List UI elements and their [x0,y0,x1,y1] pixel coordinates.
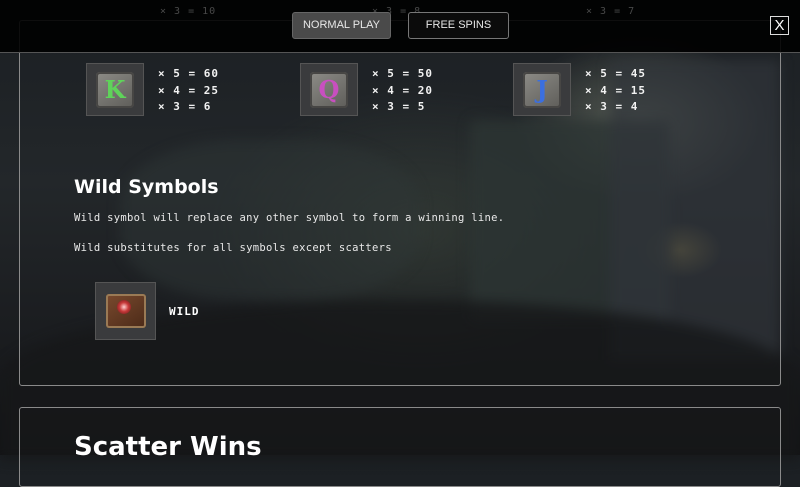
top-bar: × 3 = 10 × 3 = 8 × 3 = 7 NORMAL PLAY FRE… [0,0,800,53]
scatter-heading: Scatter Wins [74,432,262,462]
wild-heading: Wild Symbols [74,176,219,198]
symbol-frame: Q [300,63,358,116]
payout-4: × 4 = 25 [158,83,219,97]
q-symbol-icon: Q [310,71,348,108]
symbol-letter: J [536,75,548,104]
spellbook-icon [105,294,146,328]
payout-list: × 5 = 60 × 4 = 25 × 3 = 6 [158,66,219,116]
symbol-letter: K [104,75,126,104]
payout-3: × 3 = 5 [372,100,426,113]
payout-4: × 4 = 20 [372,83,433,97]
payout-4: × 4 = 15 [585,83,646,97]
ghost-paytable-text: × 3 = 10 [160,6,217,17]
symbol-frame: K [86,63,144,116]
wild-symbol-frame [95,282,156,340]
wild-substitution-note: Wild substitutes for all symbols except … [74,242,392,254]
payout-5: × 5 = 60 [158,67,219,80]
wild-description: Wild symbol will replace any other symbo… [74,212,505,224]
ghost-paytable-text: × 3 = 7 [586,6,636,17]
payout-list: × 5 = 50 × 4 = 20 × 3 = 5 [372,66,433,116]
payout-3: × 3 = 6 [158,100,212,113]
tab-free-spins[interactable]: FREE SPINS [408,12,509,39]
payout-list: × 5 = 45 × 4 = 15 × 3 = 4 [585,66,646,116]
k-symbol-icon: K [96,71,134,108]
payout-3: × 3 = 4 [585,100,639,113]
j-symbol-icon: J [523,71,561,108]
symbol-frame: J [513,63,571,116]
wild-label: WILD [169,305,200,318]
symbol-letter: Q [318,75,340,104]
close-button[interactable]: X [770,16,789,35]
tab-normal-play[interactable]: NORMAL PLAY [292,12,391,39]
payout-5: × 5 = 45 [585,67,646,80]
payout-5: × 5 = 50 [372,67,433,80]
